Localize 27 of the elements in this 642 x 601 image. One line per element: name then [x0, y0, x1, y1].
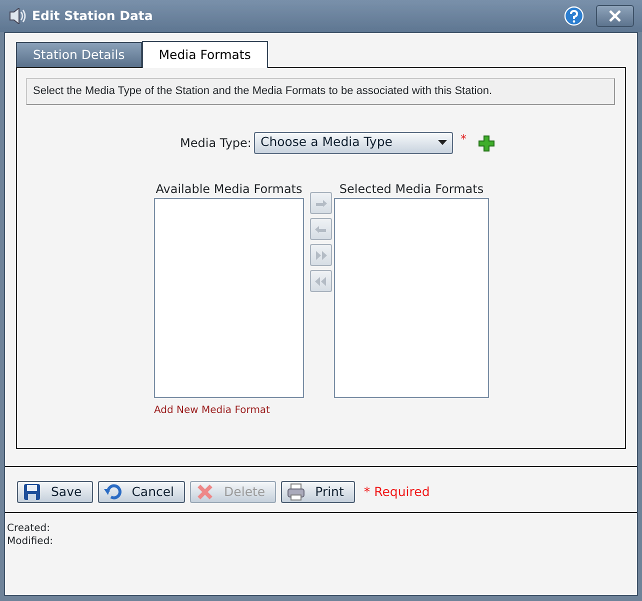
close-icon — [609, 10, 621, 22]
help-icon[interactable] — [564, 6, 584, 26]
print-button[interactable]: Print — [281, 481, 355, 503]
printer-icon — [287, 483, 306, 501]
audit-label: Modified: — [7, 535, 54, 548]
required-note: * Required — [364, 482, 430, 501]
list-heading: Selected Media Formats — [338, 180, 485, 198]
cross-icon — [196, 483, 214, 501]
add-format-link[interactable]: Add New Media Format — [154, 402, 304, 418]
save-button[interactable]: Save — [17, 481, 93, 503]
instruction-text: Select the Media Type of the Station and the Media Formats to be associated with this Station. — [26, 78, 615, 104]
close-button[interactable] — [596, 5, 634, 27]
window-title: Edit Station Data — [32, 6, 153, 25]
media-type-dropdown[interactable]: Choose a Media Type — [254, 132, 454, 154]
speaker-icon — [8, 8, 26, 24]
tab[interactable]: Media Formats — [142, 41, 268, 68]
selected-formats-list[interactable] — [334, 198, 489, 398]
required-mark: * — [460, 130, 466, 148]
undo-arrow-icon — [104, 483, 122, 501]
list-heading: Available Media Formats — [154, 180, 304, 198]
field-label: Media Type: — [180, 134, 252, 152]
tab[interactable]: Station Details — [16, 42, 142, 67]
caret-icon — [438, 140, 448, 145]
available-formats-list[interactable] — [154, 198, 304, 398]
audit-label: Created: — [7, 522, 51, 535]
cancel-button[interactable]: Cancel — [98, 481, 186, 503]
add-icon[interactable] — [478, 134, 496, 152]
